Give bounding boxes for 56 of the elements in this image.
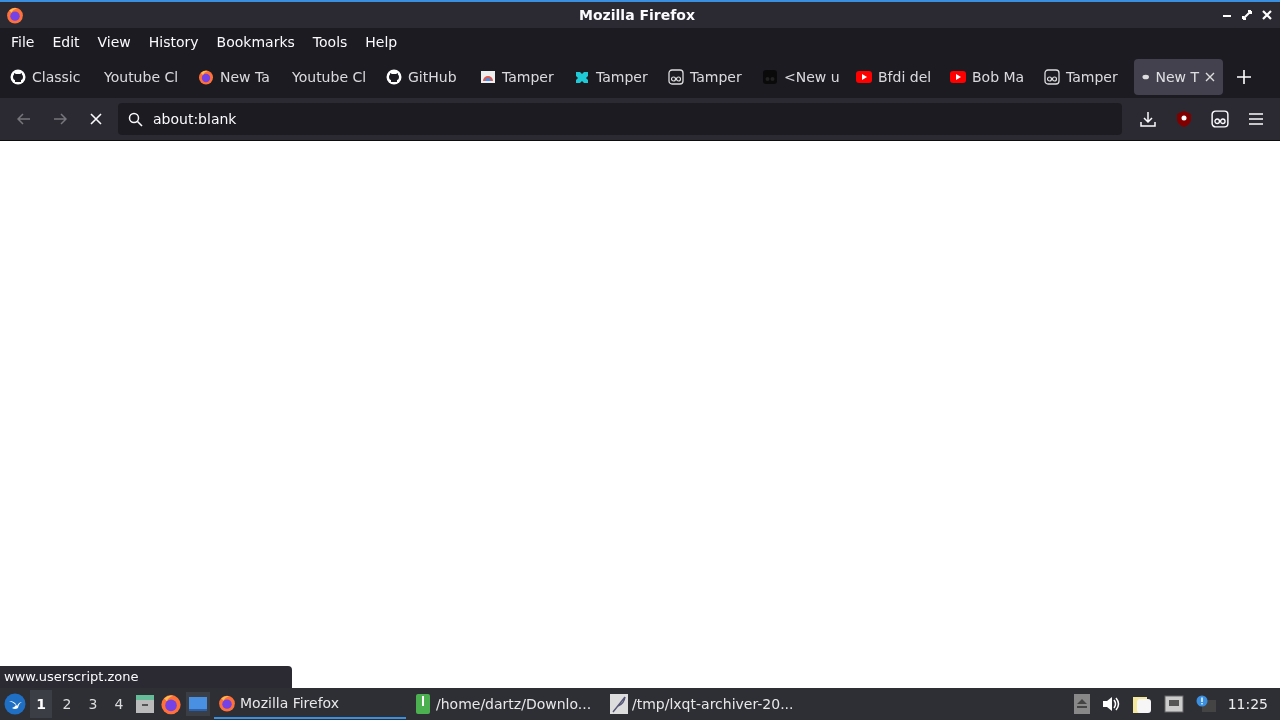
desktop-switch[interactable]: 3 — [82, 690, 104, 718]
eject-icon[interactable] — [1073, 694, 1090, 714]
desktop-switch[interactable]: 1 — [30, 690, 52, 718]
desktop-switch[interactable]: 2 — [56, 690, 78, 718]
shield-icon[interactable] — [1177, 111, 1191, 127]
browser-tab[interactable]: Bfdi del — [848, 59, 942, 95]
browser-tab[interactable]: New T — [1134, 59, 1223, 95]
window-title: Mozilla Firefox — [578, 7, 695, 23]
browser-tab[interactable]: Bob Ma — [942, 59, 1036, 95]
browser-tab[interactable]: Classic — [2, 59, 96, 95]
menu-item[interactable]: Bookmarks — [207, 30, 304, 54]
feather-icon — [610, 694, 628, 714]
browser-tab[interactable]: Youtube Cl — [96, 59, 190, 95]
start-menu-icon[interactable] — [4, 693, 26, 715]
browser-tab[interactable]: Tamper — [1036, 59, 1130, 95]
clock: 11:25 — [1227, 696, 1268, 712]
video-play-icon — [856, 71, 872, 83]
loading-dot-icon — [1142, 74, 1150, 80]
back-icon[interactable] — [17, 113, 31, 125]
browser-tab[interactable]: Tamper — [660, 59, 754, 95]
menu-item[interactable]: Edit — [43, 30, 89, 54]
puzzle-icon — [574, 69, 590, 85]
menu-item[interactable]: Tools — [303, 30, 357, 54]
video-play-icon — [950, 71, 966, 83]
browser-tab[interactable]: Tamper — [566, 59, 660, 95]
menu-icon[interactable] — [1249, 113, 1263, 125]
taskbar-task[interactable]: /tmp/lxqt-archiver-20... — [606, 689, 798, 719]
archive-icon — [414, 694, 432, 714]
menu-item[interactable]: Help — [356, 30, 407, 54]
network-icon[interactable] — [1163, 695, 1184, 713]
download-icon[interactable] — [1140, 111, 1156, 127]
browser-tab[interactable]: Youtube Cl — [284, 59, 378, 95]
taskbar-task[interactable]: /home/dartz/Downlo... — [410, 689, 602, 719]
search-icon — [128, 111, 143, 127]
picture-icon — [480, 69, 496, 85]
notification-icon[interactable] — [1195, 695, 1216, 713]
file-cabinet-icon[interactable] — [134, 693, 156, 715]
desktop-switch[interactable]: 4 — [108, 690, 130, 718]
stop-icon[interactable] — [90, 113, 102, 125]
address-field[interactable]: about:blank — [118, 103, 1122, 135]
menu-item[interactable]: History — [139, 30, 208, 54]
status-tooltip: www.userscript.zone — [0, 666, 292, 688]
menu-item[interactable]: View — [88, 30, 140, 54]
desktop-icon[interactable] — [186, 692, 210, 716]
maximize-icon[interactable] — [1240, 8, 1254, 22]
browser-tab[interactable]: <New u — [754, 59, 848, 95]
menu-item[interactable]: File — [2, 30, 44, 54]
browser-tab[interactable]: Tamper — [472, 59, 566, 95]
volume-icon[interactable] — [1101, 696, 1120, 712]
taskbar-task[interactable]: Mozilla Firefox — [214, 689, 406, 719]
clipboard-icon[interactable] — [1131, 694, 1152, 714]
forward-icon[interactable] — [53, 113, 67, 125]
plus-icon[interactable] — [1237, 70, 1251, 84]
browser-tab[interactable]: New Ta — [190, 59, 284, 95]
browser-tab[interactable]: GitHub — [378, 59, 472, 95]
close-icon[interactable] — [1205, 72, 1215, 82]
